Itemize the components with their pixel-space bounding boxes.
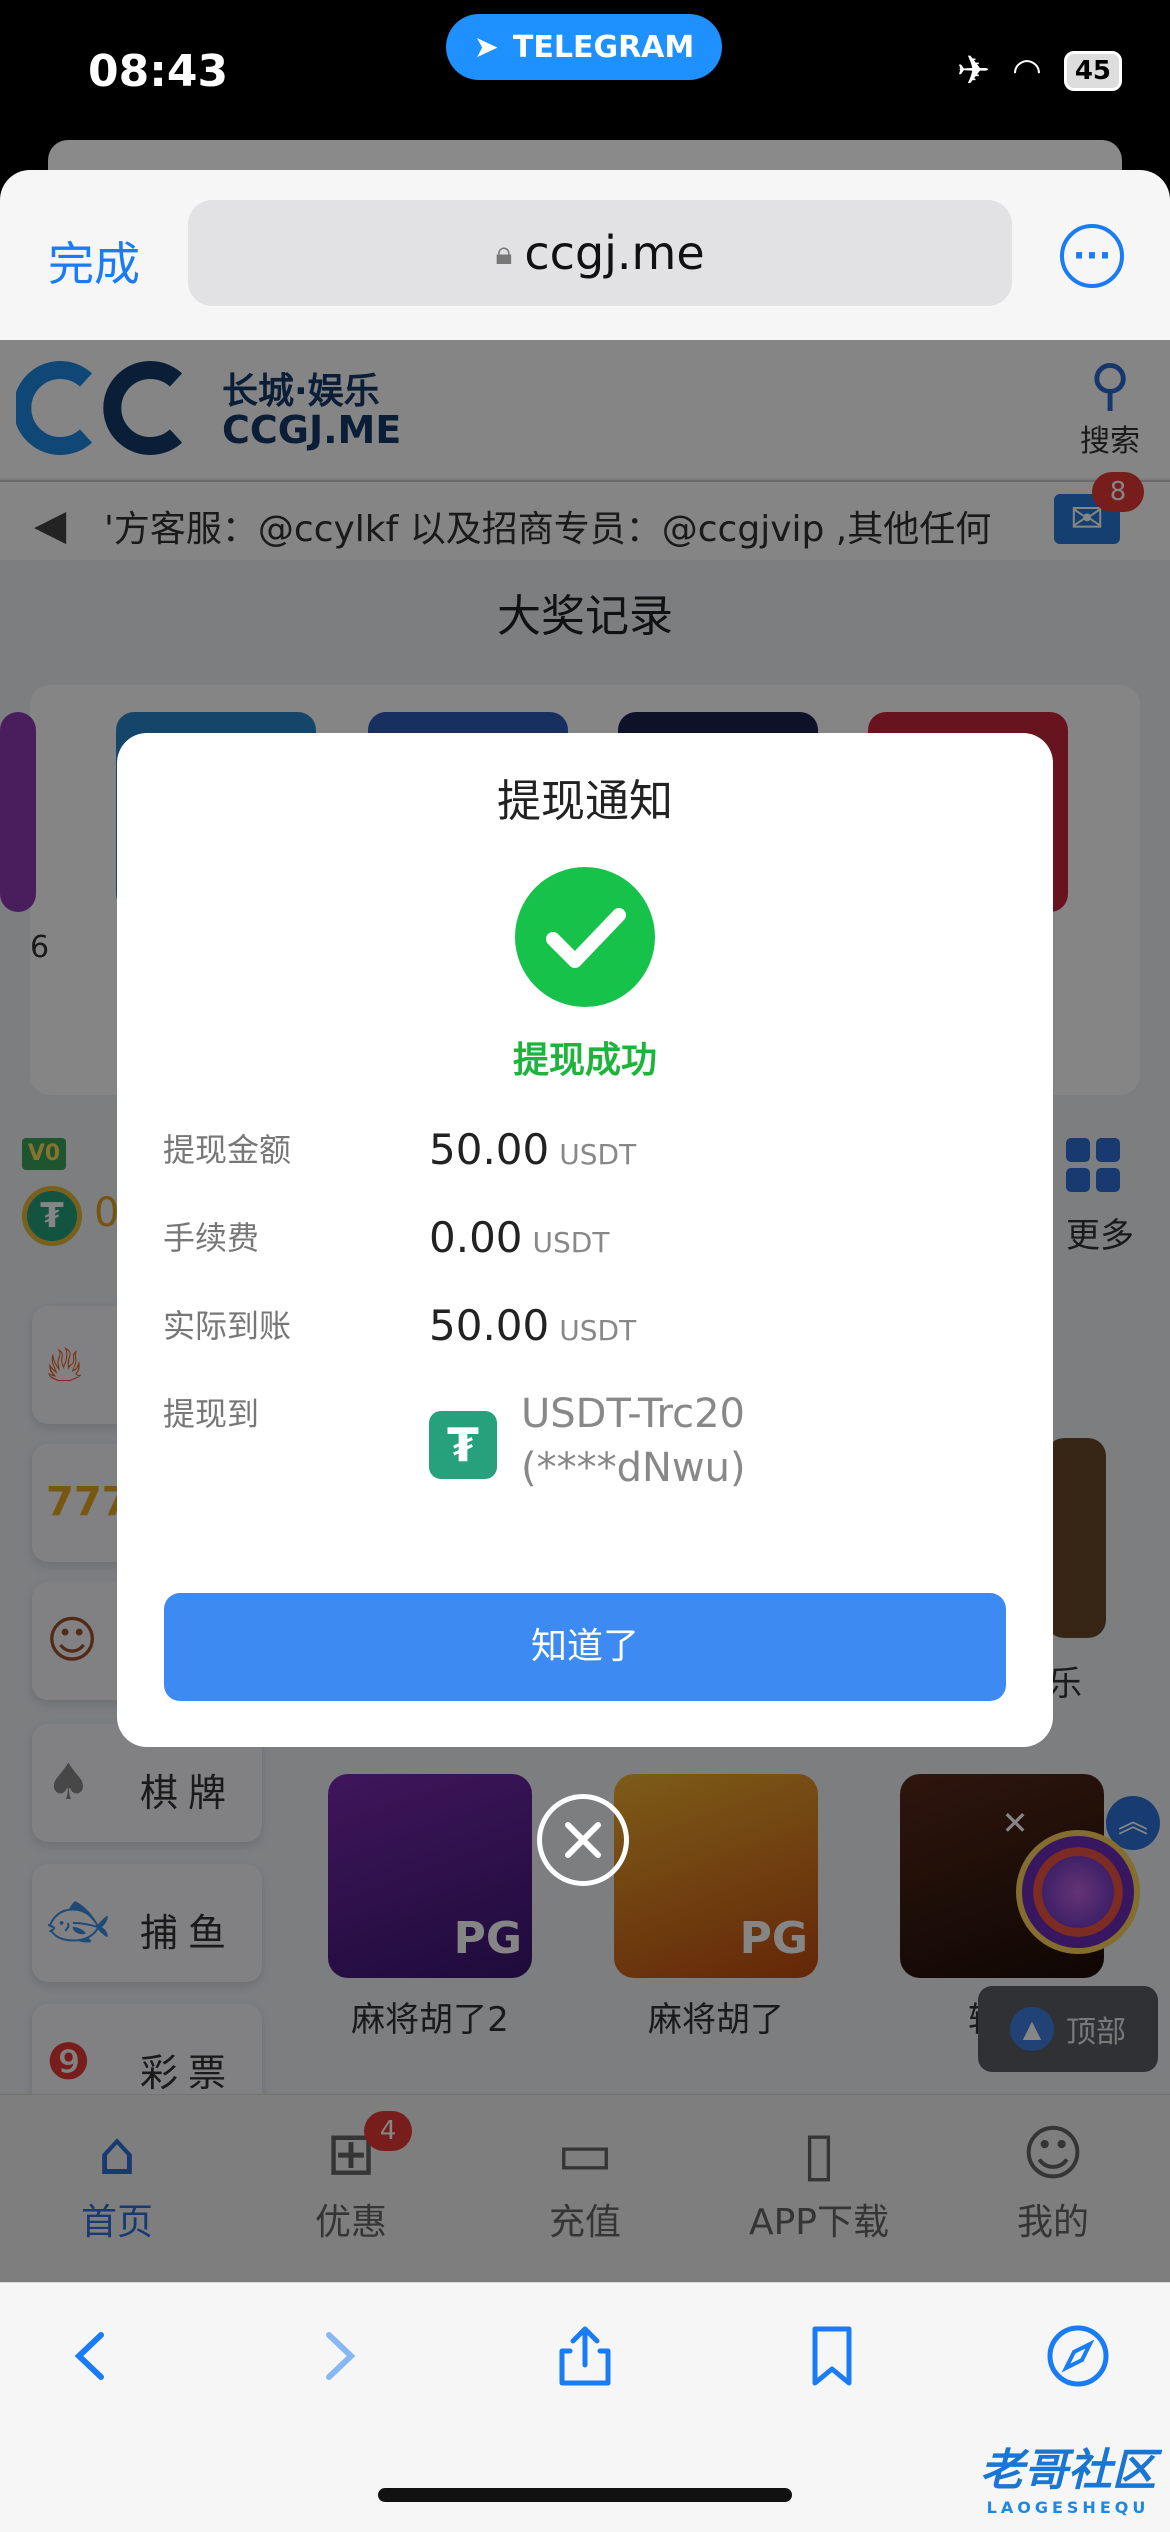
telegram-return-pill[interactable]: ➤ TELEGRAM (446, 14, 722, 80)
battery-icon: 45 (1063, 51, 1122, 91)
acknowledge-button[interactable]: 知道了 (164, 1593, 1006, 1701)
done-button[interactable]: 完成 (48, 228, 140, 294)
url-bar[interactable]: 🔒︎ ccgj.me (188, 200, 1012, 306)
fee-label: 手续费 (163, 1219, 260, 1257)
amount-number: 50.00 (429, 1125, 550, 1174)
destination-address: (****dNwu) (521, 1445, 746, 1491)
received-label: 实际到账 (163, 1307, 292, 1345)
telegram-icon: ➤ (473, 29, 499, 65)
amount-unit: USDT (559, 1138, 637, 1171)
success-status: 提现成功 (512, 1040, 657, 1081)
airplane-icon: ✈ (956, 48, 991, 94)
status-icons: ✈ ◠ 45 (957, 48, 1122, 94)
destination-network: USDT-Trc20 (521, 1391, 746, 1437)
bookmarks-button[interactable] (792, 2321, 872, 2401)
lock-icon: 🔒︎ (495, 233, 513, 272)
in-app-browser-header: 完成 🔒︎ ccgj.me ··· (0, 170, 1170, 340)
more-options-button[interactable]: ··· (1060, 224, 1124, 288)
ellipsis-icon: ··· (1072, 236, 1112, 276)
bookmark-icon (812, 2326, 852, 2386)
watermark-subtext: LAOGESHEQU (986, 2498, 1150, 2517)
fee-value: 0.00 USDT (429, 1213, 609, 1262)
fee-unit: USDT (532, 1226, 610, 1259)
received-value: 50.00 USDT (429, 1301, 636, 1350)
success-check-icon (515, 867, 655, 1007)
modal-title: 提现通知 (497, 776, 673, 827)
amount-value: 50.00 USDT (429, 1125, 636, 1174)
watermark-logo: 老哥社区 LAOGESHEQU (980, 2434, 1156, 2517)
share-icon (559, 2326, 611, 2386)
received-number: 50.00 (429, 1301, 550, 1350)
home-indicator (378, 2488, 792, 2502)
close-modal-icon[interactable] (537, 1794, 629, 1886)
watermark-text: 老哥社区 (980, 2445, 1156, 2496)
fee-number: 0.00 (429, 1213, 523, 1262)
forward-button[interactable] (298, 2321, 378, 2401)
telegram-label: TELEGRAM (512, 29, 695, 65)
destination-label: 提现到 (163, 1395, 260, 1433)
back-button[interactable] (52, 2321, 132, 2401)
clock: 08:43 (88, 46, 229, 97)
open-in-safari-button[interactable] (1038, 2321, 1118, 2401)
chevron-right-icon (326, 2332, 356, 2380)
share-button[interactable] (545, 2321, 625, 2401)
received-unit: USDT (559, 1314, 637, 1347)
compass-icon (1047, 2325, 1109, 2387)
withdrawal-notice-modal: 提现通知 提现成功 提现金额 50.00 USDT 手续费 0.00 USDT 实际… (117, 733, 1053, 1747)
chevron-left-icon (74, 2332, 104, 2380)
wifi-icon: ◠ (1012, 51, 1042, 91)
amount-label: 提现金额 (163, 1131, 292, 1169)
url-text: ccgj.me (524, 226, 705, 280)
tether-icon: ₮ (429, 1411, 497, 1479)
